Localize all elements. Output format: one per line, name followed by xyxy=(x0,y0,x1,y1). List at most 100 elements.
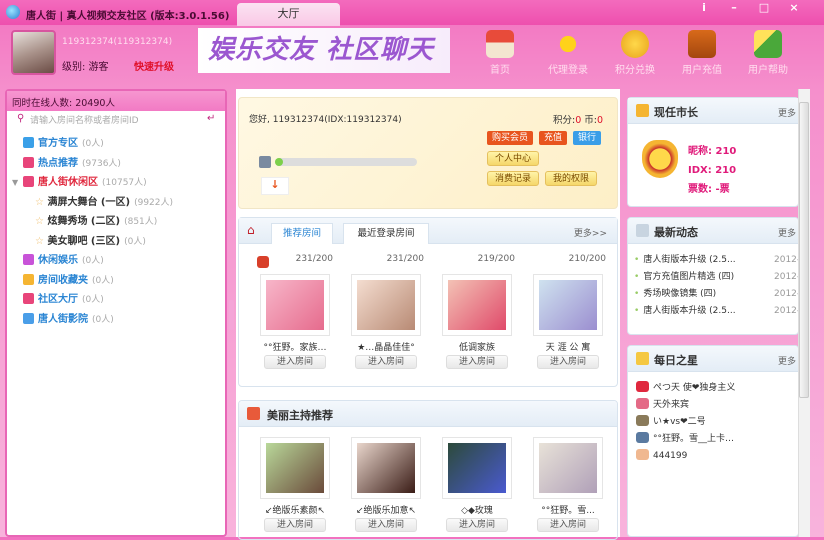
star-icon: ☆ xyxy=(35,235,44,247)
enter-room-button[interactable]: 进入房间 xyxy=(264,518,326,532)
star-item[interactable]: 天外来宾 xyxy=(636,397,798,414)
level-progress-bar xyxy=(275,158,417,166)
arrow-down-icon[interactable]: ↓ xyxy=(261,177,289,195)
star-icon xyxy=(636,352,649,365)
close-button[interactable]: × xyxy=(780,0,808,16)
info-button[interactable]: i xyxy=(690,0,718,16)
upgrade-link[interactable]: 快速升级 xyxy=(134,58,174,73)
avatar[interactable] xyxy=(11,30,56,75)
nav-agent-login[interactable]: 代理登录 xyxy=(538,28,598,78)
room-thumbnail[interactable] xyxy=(442,274,512,336)
my-permissions-button[interactable]: 我的权限 xyxy=(545,171,598,186)
enter-room-button[interactable]: 进入房间 xyxy=(537,355,599,369)
room-thumbnail[interactable] xyxy=(533,437,603,499)
tree-item[interactable]: ▼ 唐人街休闲区 (10757人) xyxy=(12,174,241,192)
room-thumbnail[interactable] xyxy=(533,274,603,336)
nav-home[interactable]: 首页 xyxy=(470,28,530,78)
enter-room-button[interactable]: 进入房间 xyxy=(355,355,417,369)
enter-room-button[interactable]: 进入房间 xyxy=(537,518,599,532)
tab-recent-rooms[interactable]: 最近登录房间 xyxy=(343,223,429,244)
star-icon: ☆ xyxy=(35,196,44,208)
user-badge-icon xyxy=(636,449,649,460)
room-search-input[interactable]: 请输入房间名称或者房间ID xyxy=(12,112,222,127)
tree-item[interactable]: 房间收藏夹 (0人) xyxy=(23,272,241,290)
enter-icon[interactable]: ↵ xyxy=(207,113,215,124)
more-link[interactable]: 更多 xyxy=(778,354,796,367)
buy-vip-button[interactable]: 购买会员 xyxy=(487,131,534,145)
room-thumbnail[interactable] xyxy=(351,274,421,336)
recharge-button[interactable]: 充值 xyxy=(539,131,568,145)
user-badge-icon xyxy=(636,415,649,426)
nav-points-exchange[interactable]: 积分兑换 xyxy=(605,28,665,78)
consumption-records-button[interactable]: 消费记录 xyxy=(487,171,540,186)
bank-button[interactable]: 银行 xyxy=(573,131,602,145)
enter-room-button[interactable]: 进入房间 xyxy=(355,518,417,532)
recommended-rooms-panel: ⌂ 推荐房间 最近登录房间 更多>> 231/200 °°狂野。家族… 进入房间 23… xyxy=(238,217,618,387)
maximize-button[interactable]: □ xyxy=(750,0,778,16)
home-icon[interactable]: ⌂ xyxy=(247,223,255,237)
tree-item[interactable]: 唐人街影院 (0人) xyxy=(23,311,241,329)
tree-subitem[interactable]: ☆ 炫舞秀场 (二区) (851人) xyxy=(35,213,253,231)
category-icon xyxy=(23,254,34,265)
mayor-votes: 票数: -票 xyxy=(688,184,730,195)
search-icon: ⚲ xyxy=(17,113,25,124)
tree-subitem[interactable]: ☆ 美女聊吧 (三区) (0人) xyxy=(35,233,253,251)
greeting: 您好, 119312374(IDX:119312374) xyxy=(249,115,402,125)
more-link[interactable]: 更多 xyxy=(778,226,796,239)
star-item[interactable]: ぺつ天 使❤独身主义 xyxy=(636,380,798,397)
category-icon xyxy=(23,156,34,168)
tab-hall[interactable]: 大厅 xyxy=(237,3,340,26)
room-card: °°狂野。雪... 进入房间 xyxy=(530,431,606,533)
star-item[interactable]: 444199 xyxy=(636,448,798,465)
room-thumbnail[interactable] xyxy=(260,274,330,336)
tree-item[interactable]: 官方专区 (0人) xyxy=(23,135,241,153)
news-item[interactable]: •唐人街版本升级 (2.5...2012-06 xyxy=(634,303,798,320)
user-info-box: 您好, 119312374(IDX:119312374) 积分:0 币:0 购买… xyxy=(238,97,618,209)
news-item[interactable]: •官方充值图片精选 (四)2012-07 xyxy=(634,269,798,286)
star-item[interactable]: °°狂野。雪__上卡… xyxy=(636,431,798,448)
room-card: ◇◆玫瑰 进入房间 xyxy=(439,431,515,533)
category-icon xyxy=(23,293,34,304)
personal-center-button[interactable]: 个人中心 xyxy=(487,151,540,166)
room-card: ↙绝版乐素颜↖ 进入房间 xyxy=(257,431,333,533)
mayor-icon xyxy=(636,104,649,117)
news-item[interactable]: •秀场映像镜集 (四)2012-07 xyxy=(634,286,798,303)
mayor-badge-icon xyxy=(642,140,678,178)
category-icon xyxy=(23,176,34,187)
tree-item[interactable]: 社区大厅 (0人) xyxy=(23,291,241,309)
nav-help[interactable]: 用户帮助 xyxy=(738,28,798,78)
panel-splitter[interactable] xyxy=(229,300,234,330)
agent-icon xyxy=(554,30,582,58)
tree-item[interactable]: 休闲娱乐 (0人) xyxy=(23,252,241,270)
room-thumbnail[interactable] xyxy=(260,437,330,499)
banner: 娱乐交友 社区聊天 xyxy=(198,28,450,73)
host-recommend-panel: 美丽主持推荐 ↙绝版乐素颜↖ 进入房间 ↙绝版乐加意↖ 进入房间 ◇◆玫瑰 进入房间 °°狂… xyxy=(238,400,618,540)
news-panel: 最新动态更多 •唐人街版本升级 (2.5...2012-07•官方充值图片精选 … xyxy=(627,217,799,335)
nav-recharge[interactable]: 用户充值 xyxy=(672,28,732,78)
expand-arrow-icon[interactable]: ▼ xyxy=(12,174,18,192)
star-icon: ☆ xyxy=(35,216,44,227)
star-item[interactable]: い★vs❤二号 xyxy=(636,414,798,431)
room-thumbnail[interactable] xyxy=(351,437,421,499)
app-logo-icon xyxy=(6,5,20,19)
room-card: 231/200 °°狂野。家族… 进入房间 xyxy=(257,254,333,370)
tab-recommended-rooms[interactable]: 推荐房间 xyxy=(271,223,333,244)
news-item[interactable]: •唐人街版本升级 (2.5...2012-07 xyxy=(634,252,798,269)
user-badge-icon xyxy=(636,381,649,392)
enter-room-button[interactable]: 进入房间 xyxy=(446,355,508,369)
enter-room-button[interactable]: 进入房间 xyxy=(264,355,326,369)
category-icon xyxy=(23,312,34,324)
tree-item[interactable]: 热点推荐 (9736人) xyxy=(23,155,241,173)
window-title: 唐人街 | 真人视频交友社区 (版本:3.0.1.56) xyxy=(26,11,230,22)
scrollbar-thumb[interactable] xyxy=(799,102,809,398)
room-card: ↙绝版乐加意↖ 进入房间 xyxy=(348,431,424,533)
room-thumbnail[interactable] xyxy=(442,437,512,499)
document-icon xyxy=(636,224,649,237)
tree-subitem[interactable]: ☆ 满屏大舞台 (一区) (9922人) xyxy=(35,194,253,212)
more-link[interactable]: 更多>> xyxy=(574,226,607,239)
more-link[interactable]: 更多 xyxy=(778,106,796,119)
host-section-title: 美丽主持推荐 xyxy=(267,409,333,422)
minimize-button[interactable]: – xyxy=(720,0,748,16)
gift-icon xyxy=(247,407,260,420)
enter-room-button[interactable]: 进入房间 xyxy=(446,518,508,532)
